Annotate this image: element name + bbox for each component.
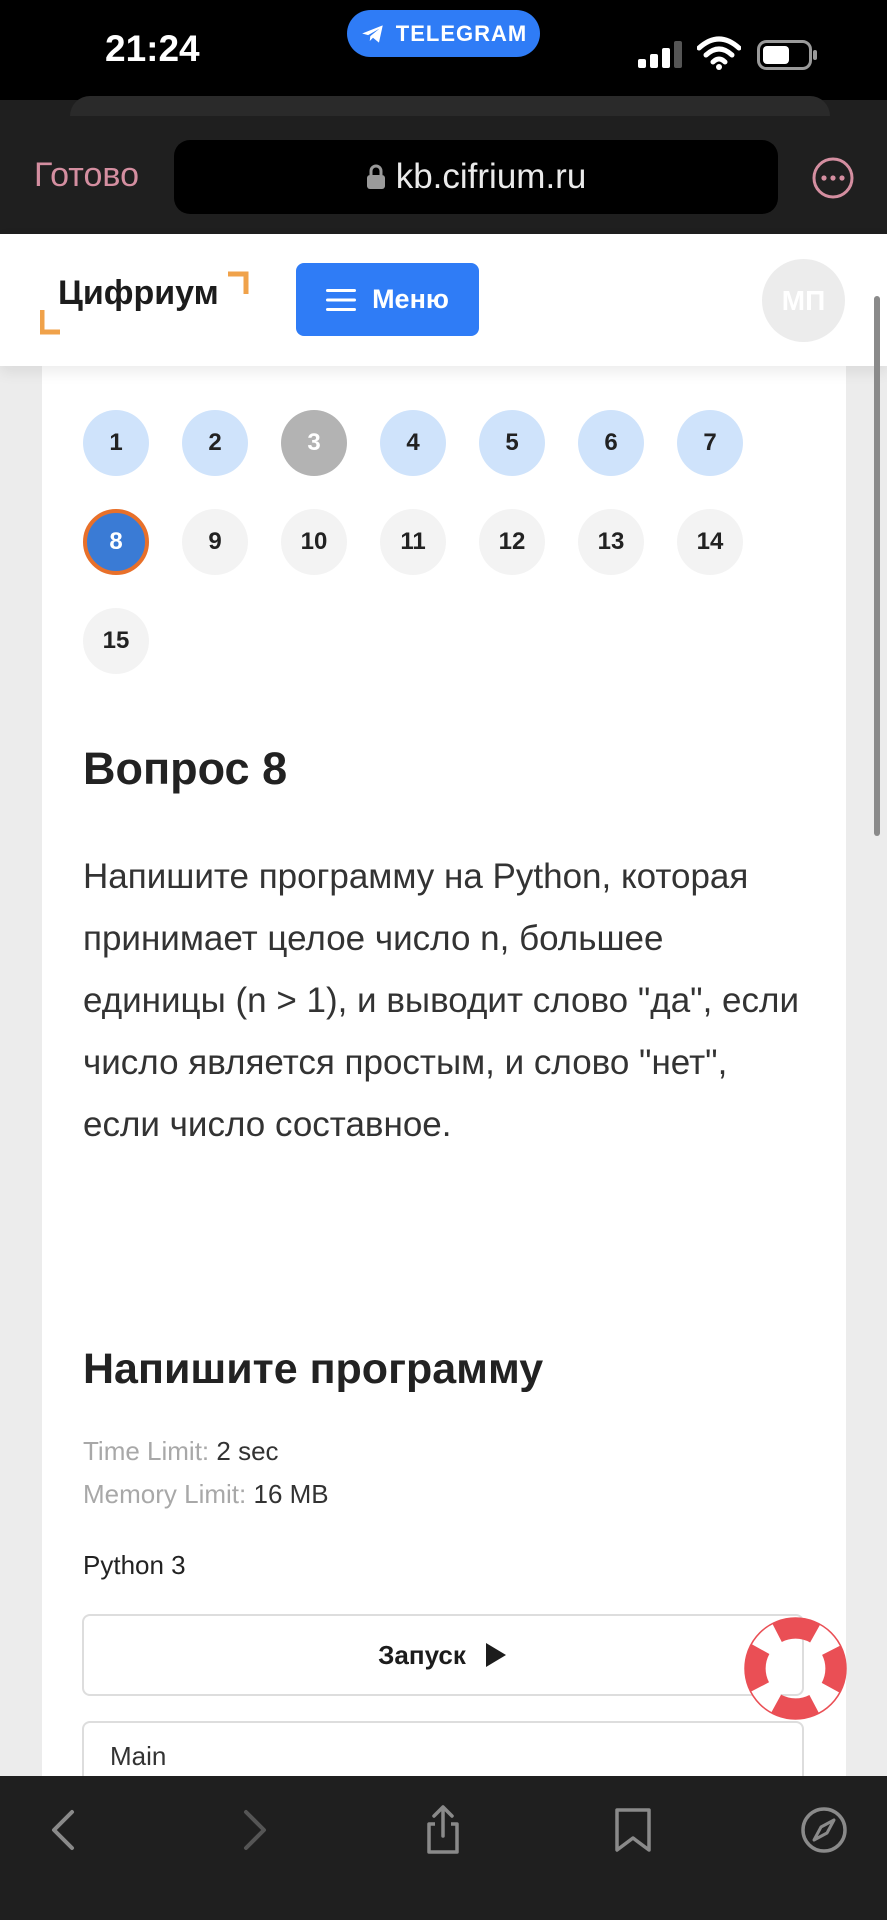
lock-icon (366, 164, 385, 189)
site-logo[interactable]: Цифриум (0, 234, 260, 366)
forward-icon[interactable] (226, 1804, 278, 1856)
compass-icon[interactable] (798, 1804, 850, 1856)
cellular-signal-icon (638, 40, 684, 68)
page-scrollbar[interactable] (874, 296, 880, 836)
question-number-1[interactable]: 1 (83, 410, 149, 476)
memory-limit-label: Memory Limit: (83, 1479, 247, 1509)
done-button[interactable]: Готово (34, 156, 139, 195)
back-icon[interactable] (40, 1804, 92, 1856)
run-label: Запуск (378, 1639, 466, 1670)
time-limit-value: 2 sec (216, 1436, 279, 1466)
question-number-2[interactable]: 2 (182, 410, 248, 476)
url-text: kb.cifrium.ru (395, 157, 587, 196)
time-limit: Time Limit: 2 sec (83, 1436, 279, 1467)
user-avatar[interactable]: МП (762, 259, 845, 342)
language-label: Python 3 (83, 1550, 186, 1580)
share-icon[interactable] (417, 1804, 469, 1856)
status-bar: 21:24 TELEGRAM (0, 0, 887, 100)
telegram-icon (361, 24, 383, 43)
menu-button[interactable]: Меню (296, 263, 479, 336)
question-navigator: 1 2 3 4 5 6 7 8 9 10 11 12 13 14 15 (83, 410, 783, 674)
address-bar[interactable]: kb.cifrium.ru (174, 140, 778, 214)
wifi-icon (697, 36, 741, 70)
question-number-6[interactable]: 6 (578, 410, 644, 476)
question-number-8[interactable]: 8 (83, 509, 149, 575)
memory-limit: Memory Limit: 16 MB (83, 1479, 329, 1510)
run-button[interactable]: Запуск (82, 1614, 804, 1696)
question-number-9[interactable]: 9 (182, 509, 248, 575)
time-limit-label: Time Limit: (83, 1436, 210, 1466)
question-number-10[interactable]: 10 (281, 509, 347, 575)
question-card: 1 2 3 4 5 6 7 8 9 10 11 12 13 14 15 Вопрос 8 Напишите … (42, 366, 846, 1791)
question-number-11[interactable]: 11 (380, 509, 446, 575)
bookmarks-icon[interactable] (607, 1804, 659, 1856)
status-time: 21:24 (105, 28, 200, 69)
site-header: Цифриум Меню МП (0, 234, 887, 366)
question-number-5[interactable]: 5 (479, 410, 545, 476)
question-text: Напишите программу на Python, которая пр… (83, 857, 799, 1144)
question-number-15[interactable]: 15 (83, 608, 149, 674)
question-number-12[interactable]: 12 (479, 509, 545, 575)
lifebuoy-help-icon[interactable] (744, 1617, 847, 1720)
menu-label: Меню (372, 284, 449, 314)
question-number-4[interactable]: 4 (380, 410, 446, 476)
question-number-14[interactable]: 14 (677, 509, 743, 575)
back-app-label: TELEGRAM (395, 20, 528, 46)
task-title: Напишите программу (83, 1345, 544, 1393)
more-options-icon[interactable] (811, 156, 855, 200)
back-to-app-pill[interactable]: TELEGRAM (347, 10, 540, 57)
question-number-13[interactable]: 13 (578, 509, 644, 575)
memory-limit-value: 16 MB (253, 1479, 329, 1509)
hamburger-icon (326, 288, 357, 311)
logo-text: Цифриум (58, 274, 219, 312)
browser-top-bar: Готово kb.cifrium.ru (0, 96, 887, 234)
tab-stack-edge (70, 96, 830, 116)
question-title: Вопрос 8 (83, 743, 288, 794)
browser-bottom-toolbar (0, 1776, 887, 1920)
battery-icon (757, 40, 817, 70)
question-number-3[interactable]: 3 (281, 410, 347, 476)
question-number-7[interactable]: 7 (677, 410, 743, 476)
play-icon (485, 1643, 506, 1667)
